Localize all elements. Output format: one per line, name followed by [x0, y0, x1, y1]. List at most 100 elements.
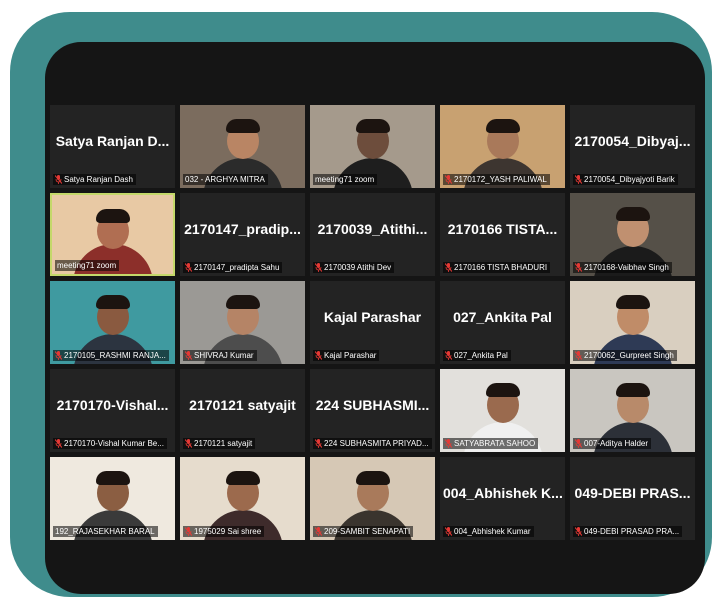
- participant-name-text: meeting71 zoom: [315, 175, 375, 184]
- participant-name-text: 2170054_Dibyajyoti Barik: [584, 175, 675, 184]
- person-hair: [615, 207, 650, 221]
- person-hair: [95, 471, 130, 485]
- participant-name-label: 032 - ARGHYA MITRA: [183, 174, 268, 185]
- participant-name-text: SATYABRATA SAHOO: [454, 439, 536, 448]
- participant-name-label: 224 SUBHASMITA PRIYAD...: [313, 438, 432, 449]
- participant-name-text: 2170166 TISTA BHADURI: [454, 263, 548, 272]
- person-hair: [485, 119, 520, 133]
- participant-display-name: 2170039_Atithi...: [317, 221, 428, 237]
- participant-name-label: 2170170-Vishal Kumar Be...: [53, 438, 167, 449]
- participant-tile[interactable]: 2170054_Dibyaj... 2170054_Dibyajyoti Bari…: [570, 105, 695, 188]
- person-hair: [225, 471, 260, 485]
- muted-mic-icon: [445, 351, 452, 360]
- participant-tile[interactable]: 2170062_Gurpreet Singh: [570, 281, 695, 364]
- muted-mic-icon: [445, 527, 452, 536]
- person-hair: [615, 383, 650, 397]
- person-hair: [485, 383, 520, 397]
- muted-mic-icon: [55, 351, 62, 360]
- participant-name-label: Kajal Parashar: [313, 350, 380, 361]
- muted-mic-icon: [575, 175, 582, 184]
- participant-tile[interactable]: 032 - ARGHYA MITRA: [180, 105, 305, 188]
- participant-name-text: 2170147_pradipta Sahu: [194, 263, 280, 272]
- muted-mic-icon: [315, 527, 322, 536]
- participant-name-text: Satya Ranjan Dash: [64, 175, 133, 184]
- participant-name-label: SATYABRATA SAHOO: [443, 438, 539, 449]
- participant-tile[interactable]: 224 SUBHASMI... 224 SUBHASMITA PRIYAD...: [310, 369, 435, 452]
- muted-mic-icon: [315, 439, 322, 448]
- muted-mic-icon: [575, 527, 582, 536]
- muted-mic-icon: [185, 439, 192, 448]
- person-hair: [355, 471, 390, 485]
- participant-name-label: 004_Abhishek Kumar: [443, 526, 534, 537]
- participant-tile[interactable]: Satya Ranjan D... Satya Ranjan Dash: [50, 105, 175, 188]
- participant-name-label: 2170105_RASHMI RANJA...: [53, 350, 169, 361]
- participant-name-text: 1975029 Sai shree: [194, 527, 262, 536]
- participant-tile[interactable]: 2170170-Vishal... 2170170-Vishal Kumar Be…: [50, 369, 175, 452]
- participant-name-label: meeting71 zoom: [55, 260, 120, 271]
- participant-name-text: 007-Aditya Halder: [584, 439, 649, 448]
- participant-name-text: 2170172_YASH PALIWAL: [454, 175, 547, 184]
- participant-name-label: 2170172_YASH PALIWAL: [443, 174, 550, 185]
- participant-name-text: meeting71 zoom: [57, 261, 117, 270]
- participant-name-label: 007-Aditya Halder: [573, 438, 652, 449]
- participant-display-name: Satya Ranjan D...: [55, 133, 170, 149]
- participant-tile[interactable]: Kajal Parashar Kajal Parashar: [310, 281, 435, 364]
- participant-name-text: 2170062_Gurpreet Singh: [584, 351, 674, 360]
- participant-display-name: 2170166 TISTA...: [447, 221, 558, 237]
- participant-name-text: SHIVRAJ Kumar: [194, 351, 254, 360]
- participant-tile[interactable]: 2170166 TISTA... 2170166 TISTA BHADURI: [440, 193, 565, 276]
- participant-name-text: 2170170-Vishal Kumar Be...: [64, 439, 164, 448]
- muted-mic-icon: [575, 439, 582, 448]
- participant-display-name: 2170121 satyajit: [189, 397, 296, 413]
- participant-tile[interactable]: meeting71 zoom: [50, 193, 175, 276]
- participant-tile[interactable]: 2170147_pradip... 2170147_pradipta Sahu: [180, 193, 305, 276]
- participant-name-label: 049-DEBI PRASAD PRA...: [573, 526, 683, 537]
- participant-name-text: 192_RAJASEKHAR BARAL: [55, 527, 155, 536]
- participant-display-name: Kajal Parashar: [323, 309, 422, 325]
- participant-name-label: 1975029 Sai shree: [183, 526, 265, 537]
- participant-name-text: 224 SUBHASMITA PRIYAD...: [324, 439, 429, 448]
- muted-mic-icon: [575, 263, 582, 272]
- participant-grid: Satya Ranjan D... Satya Ranjan Dash 032 - …: [50, 105, 695, 540]
- person-hair: [95, 295, 130, 309]
- participant-tile[interactable]: 2170168-Vaibhav Singh: [570, 193, 695, 276]
- muted-mic-icon: [445, 439, 452, 448]
- participant-tile[interactable]: 2170105_RASHMI RANJA...: [50, 281, 175, 364]
- participant-name-text: Kajal Parashar: [324, 351, 377, 360]
- participant-tile[interactable]: 2170172_YASH PALIWAL: [440, 105, 565, 188]
- participant-name-text: 2170105_RASHMI RANJA...: [64, 351, 166, 360]
- participant-name-text: 027_Ankita Pal: [454, 351, 508, 360]
- participant-name-text: 2170168-Vaibhav Singh: [584, 263, 669, 272]
- person-hair: [355, 119, 390, 133]
- participant-name-label: 2170121 satyajit: [183, 438, 256, 449]
- zoom-gallery-view: Satya Ranjan D... Satya Ranjan Dash 032 - …: [45, 42, 705, 594]
- muted-mic-icon: [315, 351, 322, 360]
- participant-name-label: 2170039 Atithi Dev: [313, 262, 395, 273]
- participant-tile[interactable]: 049-DEBI PRAS... 049-DEBI PRASAD PRA...: [570, 457, 695, 540]
- participant-tile[interactable]: 007-Aditya Halder: [570, 369, 695, 452]
- participant-name-text: 209-SAMBIT SENAPATI: [324, 527, 411, 536]
- participant-tile[interactable]: 1975029 Sai shree: [180, 457, 305, 540]
- participant-name-label: 2170054_Dibyajyoti Barik: [573, 174, 678, 185]
- participant-name-text: 049-DEBI PRASAD PRA...: [584, 527, 680, 536]
- participant-tile[interactable]: SATYABRATA SAHOO: [440, 369, 565, 452]
- participant-display-name: 2170054_Dibyaj...: [574, 133, 691, 149]
- participant-display-name: 2170170-Vishal...: [56, 397, 169, 413]
- person-hair: [95, 209, 130, 223]
- muted-mic-icon: [445, 175, 452, 184]
- participant-tile[interactable]: 2170039_Atithi... 2170039 Atithi Dev: [310, 193, 435, 276]
- muted-mic-icon: [575, 351, 582, 360]
- participant-display-name: 2170147_pradip...: [184, 221, 301, 237]
- participant-tile[interactable]: 027_Ankita Pal 027_Ankita Pal: [440, 281, 565, 364]
- participant-name-text: 2170039 Atithi Dev: [324, 263, 392, 272]
- participant-tile[interactable]: 192_RAJASEKHAR BARAL: [50, 457, 175, 540]
- participant-tile[interactable]: 004_Abhishek K... 004_Abhishek Kumar: [440, 457, 565, 540]
- participant-tile[interactable]: SHIVRAJ Kumar: [180, 281, 305, 364]
- participant-name-text: 2170121 satyajit: [194, 439, 253, 448]
- participant-tile[interactable]: meeting71 zoom: [310, 105, 435, 188]
- participant-name-label: 2170147_pradipta Sahu: [183, 262, 283, 273]
- participant-tile[interactable]: 209-SAMBIT SENAPATI: [310, 457, 435, 540]
- participant-tile[interactable]: 2170121 satyajit 2170121 satyajit: [180, 369, 305, 452]
- muted-mic-icon: [185, 527, 192, 536]
- muted-mic-icon: [55, 439, 62, 448]
